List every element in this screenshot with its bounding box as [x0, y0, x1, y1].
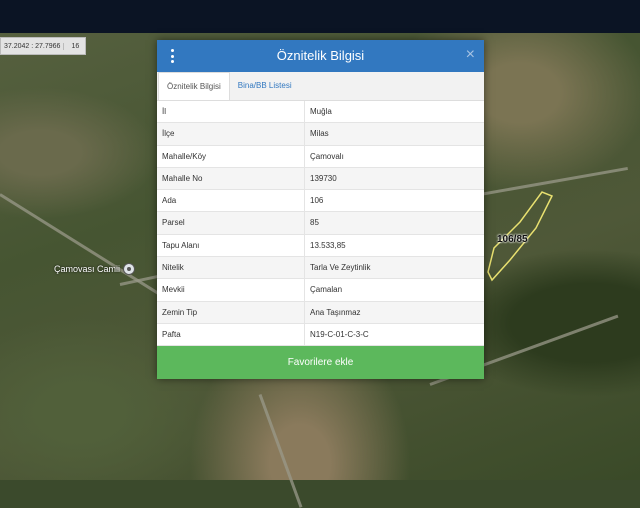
- table-row: İl Muğla: [157, 101, 484, 124]
- row-key: Mevkii: [157, 279, 305, 301]
- row-key: Tapu Alanı: [157, 234, 305, 257]
- table-row: İlçe Milas: [157, 123, 484, 146]
- table-row: Ada 106: [157, 190, 484, 213]
- top-bar: [0, 0, 640, 33]
- row-value: 85: [310, 218, 319, 228]
- poi-marker[interactable]: Çamovası Camii: [54, 263, 136, 275]
- row-key: Zemin Tip: [157, 301, 305, 323]
- coordinates-text: 37.2042 : 27.7966: [4, 42, 61, 50]
- row-key: Pafta: [157, 323, 305, 346]
- row-value: N19-C-01-C-3-C: [310, 329, 369, 339]
- row-value: Çamalan: [310, 285, 343, 295]
- row-key: Parsel: [157, 212, 305, 234]
- table-row: Mahalle No 139730: [157, 167, 484, 191]
- table-row: Zemin Tip Ana Taşınmaz: [157, 301, 484, 324]
- row-key: Ada: [157, 190, 305, 212]
- tab-building-list[interactable]: Bina/BB Listesi: [230, 72, 300, 100]
- attribute-table: İl Muğla İlçe Milas Mahalle/Köy Çamovalı Ma…: [157, 101, 484, 347]
- row-value: Tarla Ve Zeytinlik: [310, 263, 371, 273]
- zoom-level: 16: [63, 42, 86, 50]
- row-key: İlçe: [157, 123, 305, 145]
- row-value: 139730: [310, 173, 337, 183]
- coordinate-readout: 37.2042 : 27.7966 16: [0, 37, 86, 55]
- table-row: Tapu Alanı 13.533,85: [157, 234, 484, 258]
- row-value: Ana Taşınmaz: [310, 307, 361, 317]
- row-value: Muğla: [310, 107, 332, 116]
- table-row: Nitelik Tarla Ve Zeytinlik: [157, 257, 484, 280]
- table-row: Parsel 85: [157, 212, 484, 235]
- tab-attribute-info[interactable]: Öznitelik Bilgisi: [158, 72, 230, 100]
- parcel-label: 106/85: [497, 234, 528, 245]
- row-value: 106: [310, 196, 324, 206]
- close-icon[interactable]: ×: [466, 46, 475, 64]
- dialog-tabs: Öznitelik Bilgisi Bina/BB Listesi: [157, 72, 484, 101]
- dialog-title: Öznitelik Bilgisi: [276, 48, 365, 63]
- row-key: Nitelik: [157, 257, 305, 279]
- row-key: İl: [157, 101, 305, 123]
- row-value: Çamovalı: [310, 151, 344, 161]
- table-row: Mahalle/Köy Çamovalı: [157, 145, 484, 168]
- row-value: 13.533,85: [310, 240, 346, 250]
- road: [258, 393, 303, 508]
- row-key: Mahalle No: [157, 167, 305, 190]
- add-to-favorites-button[interactable]: Favorilere ekle: [157, 346, 484, 379]
- poi-label: Çamovası Camii: [54, 264, 121, 274]
- table-row: Mevkii Çamalan: [157, 279, 484, 302]
- mosque-pin-icon: [123, 263, 136, 275]
- table-row: Pafta N19-C-01-C-3-C: [157, 323, 484, 347]
- row-key: Mahalle/Köy: [157, 145, 305, 167]
- row-value: Milas: [310, 129, 329, 139]
- attribute-dialog: Öznitelik Bilgisi × Öznitelik Bilgisi Bi…: [157, 40, 484, 379]
- dialog-header: Öznitelik Bilgisi ×: [157, 40, 484, 72]
